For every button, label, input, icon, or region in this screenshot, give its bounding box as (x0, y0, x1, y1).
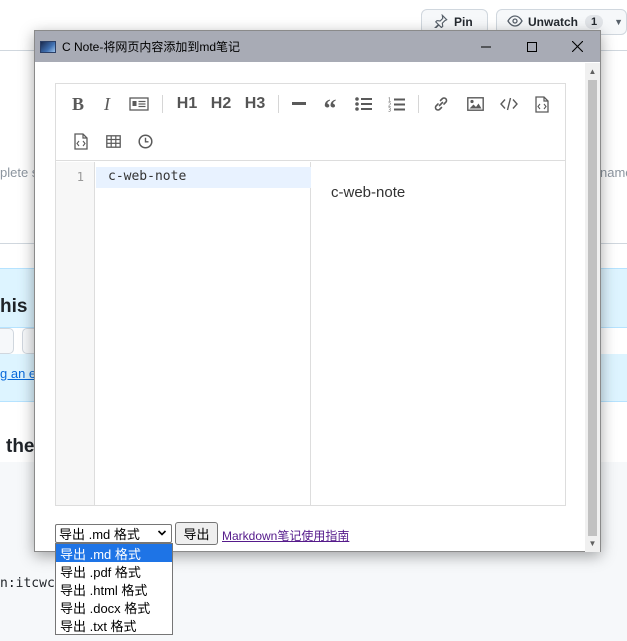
scroll-down-icon[interactable]: ▼ (585, 536, 600, 550)
toolbar-separator (418, 95, 419, 113)
markdown-input-pane[interactable]: c-web-note (96, 162, 311, 505)
heading2-button[interactable]: H2 (207, 92, 235, 116)
horizontal-rule-button[interactable] (286, 92, 312, 116)
line-number: 1 (76, 170, 84, 184)
toolbar-separator (278, 95, 279, 113)
bold-button[interactable]: B (65, 92, 91, 116)
heading3-button[interactable]: H3 (241, 92, 269, 116)
caret-down-icon: ▼ (614, 17, 624, 27)
table-button[interactable] (100, 129, 126, 153)
preview-pane: c-web-note (312, 162, 565, 505)
pin-icon (434, 13, 448, 31)
code-button[interactable] (496, 92, 522, 116)
numbered-list-icon: 123 (388, 97, 405, 112)
export-format-select[interactable]: 导出 .md 格式 (55, 524, 172, 543)
editor-toolbar: B I H1 H2 H3 “ 123 (56, 84, 565, 161)
clock-icon (137, 133, 153, 149)
scroll-up-icon[interactable]: ▲ (585, 64, 600, 78)
minimize-button[interactable] (463, 31, 509, 62)
table-icon (105, 134, 121, 148)
image-button[interactable] (462, 92, 488, 116)
bg-left-text: plete s (0, 165, 39, 180)
bg-button-stub[interactable] (0, 328, 14, 354)
export-format-dropdown: 导出 .md 格式 导出 .pdf 格式 导出 .html 格式 导出 .doc… (55, 543, 173, 635)
window-scrollbar[interactable]: ▲ ▼ (585, 63, 600, 552)
maximize-icon (527, 41, 537, 52)
bg-right-text: name (600, 165, 627, 180)
quote-button[interactable]: “ (317, 92, 343, 123)
maximize-button[interactable] (509, 31, 555, 62)
code-icon (500, 97, 518, 111)
dropdown-option-pdf[interactable]: 导出 .pdf 格式 (56, 562, 172, 580)
image-icon (466, 97, 484, 111)
bold-icon: B (71, 93, 84, 114)
dropdown-option-txt[interactable]: 导出 .txt 格式 (56, 616, 172, 634)
close-button[interactable] (554, 31, 600, 62)
cnote-window: C Note-将网页内容添加到md笔记 ▲ ▼ B I H1 H2 H3 “ 1… (34, 30, 601, 552)
code-line[interactable]: c-web-note (108, 169, 186, 184)
code-file-button[interactable] (68, 129, 94, 153)
bg-banner-right-lower (600, 354, 627, 402)
watch-count-badge: 1 (585, 15, 604, 29)
app-icon (40, 40, 56, 53)
markdown-guide-link[interactable]: Markdown笔记使用指南 (222, 527, 349, 544)
minimize-icon (481, 46, 491, 47)
close-icon (571, 41, 583, 52)
unwatch-label: Unwatch (528, 15, 579, 29)
heading1-button[interactable]: H1 (173, 92, 201, 116)
quote-icon: “ (323, 94, 337, 123)
code-file-icon (535, 95, 549, 113)
numbered-list-button[interactable]: 123 (383, 92, 409, 116)
bullet-list-button[interactable] (350, 92, 376, 116)
dropdown-option-docx[interactable]: 导出 .docx 格式 (56, 598, 172, 616)
preview-text: c-web-note (331, 184, 406, 201)
italic-button[interactable]: I (94, 92, 120, 116)
bg-banner-right (600, 268, 627, 328)
toolbar-separator (162, 95, 163, 113)
bg-subheading: the (6, 436, 35, 457)
selected-format: 导出 .md 格式 (59, 527, 140, 542)
bg-link[interactable]: g an e (0, 366, 36, 381)
line-number-gutter: 1 (56, 162, 95, 505)
pin-label: Pin (454, 15, 473, 29)
code-file-button[interactable] (529, 92, 555, 116)
card-icon (129, 97, 149, 111)
bullet-list-icon (354, 97, 372, 111)
eye-icon (507, 14, 523, 31)
svg-text:3: 3 (388, 107, 391, 112)
scroll-thumb[interactable] (588, 80, 597, 536)
bg-code-text: n:itcwc/ (0, 576, 63, 591)
window-title: C Note-将网页内容添加到md笔记 (62, 40, 241, 54)
export-button[interactable]: 导出 (175, 522, 218, 545)
code-file-icon (74, 132, 88, 150)
markdown-editor: B I H1 H2 H3 “ 123 1 c-web-note c-web-no… (55, 83, 566, 506)
dropdown-option-md[interactable]: 导出 .md 格式 (56, 544, 172, 562)
horizontal-rule-icon (292, 102, 306, 105)
history-button[interactable] (132, 129, 158, 153)
card-button[interactable] (126, 92, 152, 116)
italic-icon: I (104, 93, 110, 114)
chevron-down-icon (157, 530, 167, 536)
link-icon (434, 97, 448, 111)
dropdown-option-html[interactable]: 导出 .html 格式 (56, 580, 172, 598)
link-button[interactable] (428, 92, 454, 116)
